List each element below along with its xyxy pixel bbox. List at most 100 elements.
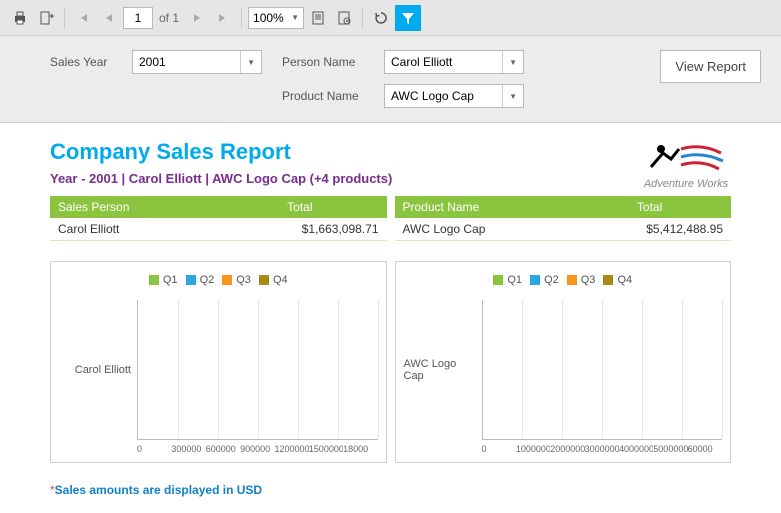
person-name-value: Carol Elliott xyxy=(391,55,452,69)
page-layout-icon[interactable] xyxy=(306,6,330,30)
filter-button[interactable] xyxy=(395,5,421,31)
legend-item: Q4 xyxy=(603,274,632,286)
footnote: *Sales amounts are displayed in USD xyxy=(50,483,731,497)
report-toolbar: of 1 100% ▼ xyxy=(0,0,781,36)
x-tick: 0 xyxy=(137,444,171,454)
grid-line xyxy=(602,300,603,439)
th-sales-person: Sales Person xyxy=(50,196,213,218)
chevron-down-icon: ▼ xyxy=(502,85,517,107)
x-tick: 300000 xyxy=(171,444,205,454)
table-row: Carol Elliott$1,663,098.71 xyxy=(50,218,387,241)
refresh-icon[interactable] xyxy=(369,6,393,30)
legend-swatch xyxy=(493,275,503,285)
sales-person-table: Sales PersonTotal Carol Elliott$1,663,09… xyxy=(50,196,387,241)
legend-item: Q4 xyxy=(259,274,288,286)
sales-year-label: Sales Year xyxy=(50,55,120,69)
grid-line xyxy=(258,300,259,439)
cell-name: AWC Logo Cap xyxy=(395,218,569,241)
separator xyxy=(64,8,65,28)
grid-line xyxy=(338,300,339,439)
first-page-icon[interactable] xyxy=(71,6,95,30)
legend-item: Q2 xyxy=(530,274,559,286)
grid-line xyxy=(218,300,219,439)
legend-swatch xyxy=(530,275,540,285)
x-tick: 18000 xyxy=(343,444,377,454)
grid-line xyxy=(178,300,179,439)
product-name-value: AWC Logo Cap xyxy=(391,89,474,103)
legend-swatch xyxy=(186,275,196,285)
last-page-icon[interactable] xyxy=(211,6,235,30)
th-product-name: Product Name xyxy=(395,196,569,218)
y-axis-label: AWC Logo Cap xyxy=(404,300,482,440)
page-setup-icon[interactable] xyxy=(332,6,356,30)
product-table: Product NameTotal AWC Logo Cap$5,412,488… xyxy=(395,196,732,241)
cell-name: Carol Elliott xyxy=(50,218,213,241)
report-title: Company Sales Report xyxy=(50,139,392,165)
x-tick: 3000000 xyxy=(585,444,619,454)
grid-line xyxy=(682,300,683,439)
chart-plot xyxy=(482,300,723,440)
parameters-panel: Sales Year 2001 ▼ Person Name Carol Elli… xyxy=(0,36,781,123)
zoom-value: 100% xyxy=(253,11,284,25)
legend-item: Q3 xyxy=(567,274,596,286)
chevron-down-icon: ▼ xyxy=(291,13,299,22)
legend-swatch xyxy=(149,275,159,285)
th-total: Total xyxy=(213,196,386,218)
separator xyxy=(362,8,363,28)
cell-total: $1,663,098.71 xyxy=(213,218,386,241)
chart-legend: Q1Q2Q3Q4 xyxy=(59,274,378,288)
y-axis-label: Carol Elliott xyxy=(59,300,137,440)
footnote-text: Sales amounts are displayed in USD xyxy=(55,483,262,497)
export-icon[interactable] xyxy=(34,6,58,30)
sales-year-select[interactable]: 2001 ▼ xyxy=(132,50,262,74)
x-tick: 5000000 xyxy=(653,444,687,454)
th-total: Total xyxy=(568,196,731,218)
x-tick: 4000000 xyxy=(619,444,653,454)
page-input[interactable] xyxy=(123,7,153,29)
logo: Adventure Works xyxy=(641,139,731,190)
person-name-label: Person Name xyxy=(282,55,372,69)
chart-legend: Q1 Q2 Q3 Q4 xyxy=(404,274,723,288)
x-tick: 1000000 xyxy=(516,444,550,454)
legend-swatch xyxy=(603,275,613,285)
grid-line xyxy=(562,300,563,439)
separator xyxy=(241,8,242,28)
legend-swatch xyxy=(259,275,269,285)
page-of-label: of 1 xyxy=(159,11,179,25)
x-tick: 1500000 xyxy=(309,444,343,454)
prev-page-icon[interactable] xyxy=(97,6,121,30)
grid-line xyxy=(378,300,379,439)
legend-item: Q3 xyxy=(222,274,251,286)
product-chart: Q1 Q2 Q3 Q4 AWC Logo Cap01000000200000030000… xyxy=(395,261,732,463)
x-tick: 900000 xyxy=(240,444,274,454)
x-axis: 03000006000009000001200000150000018000 xyxy=(137,444,378,454)
report-subtitle: Year - 2001 | Carol Elliott | AWC Logo C… xyxy=(50,171,392,186)
chevron-down-icon: ▼ xyxy=(240,51,255,73)
product-name-label: Product Name xyxy=(282,89,372,103)
chart-plot xyxy=(137,300,378,440)
x-tick: 0 xyxy=(482,444,516,454)
legend-swatch xyxy=(222,275,232,285)
x-tick: 1200000 xyxy=(274,444,308,454)
next-page-icon[interactable] xyxy=(185,6,209,30)
grid-line xyxy=(642,300,643,439)
grid-line xyxy=(722,300,723,439)
x-tick: 2000000 xyxy=(550,444,584,454)
sales-year-value: 2001 xyxy=(139,55,166,69)
grid-line xyxy=(298,300,299,439)
sales-person-chart: Q1Q2Q3Q4Carol Elliott0300000600000900000… xyxy=(50,261,387,463)
person-name-select[interactable]: Carol Elliott ▼ xyxy=(384,50,524,74)
grid-line xyxy=(522,300,523,439)
legend-item: Q1 xyxy=(493,274,522,286)
legend-swatch xyxy=(567,275,577,285)
cell-total: $5,412,488.95 xyxy=(568,218,731,241)
print-icon[interactable] xyxy=(8,6,32,30)
logo-text: Adventure Works xyxy=(641,178,731,190)
x-tick: 600000 xyxy=(206,444,240,454)
product-name-select[interactable]: AWC Logo Cap ▼ xyxy=(384,84,524,108)
zoom-select[interactable]: 100% ▼ xyxy=(248,7,304,29)
chevron-down-icon: ▼ xyxy=(502,51,517,73)
x-axis: 0100000020000003000000400000050000006000… xyxy=(482,444,723,454)
table-row: AWC Logo Cap$5,412,488.95 xyxy=(395,218,732,241)
view-report-button[interactable]: View Report xyxy=(660,50,761,83)
